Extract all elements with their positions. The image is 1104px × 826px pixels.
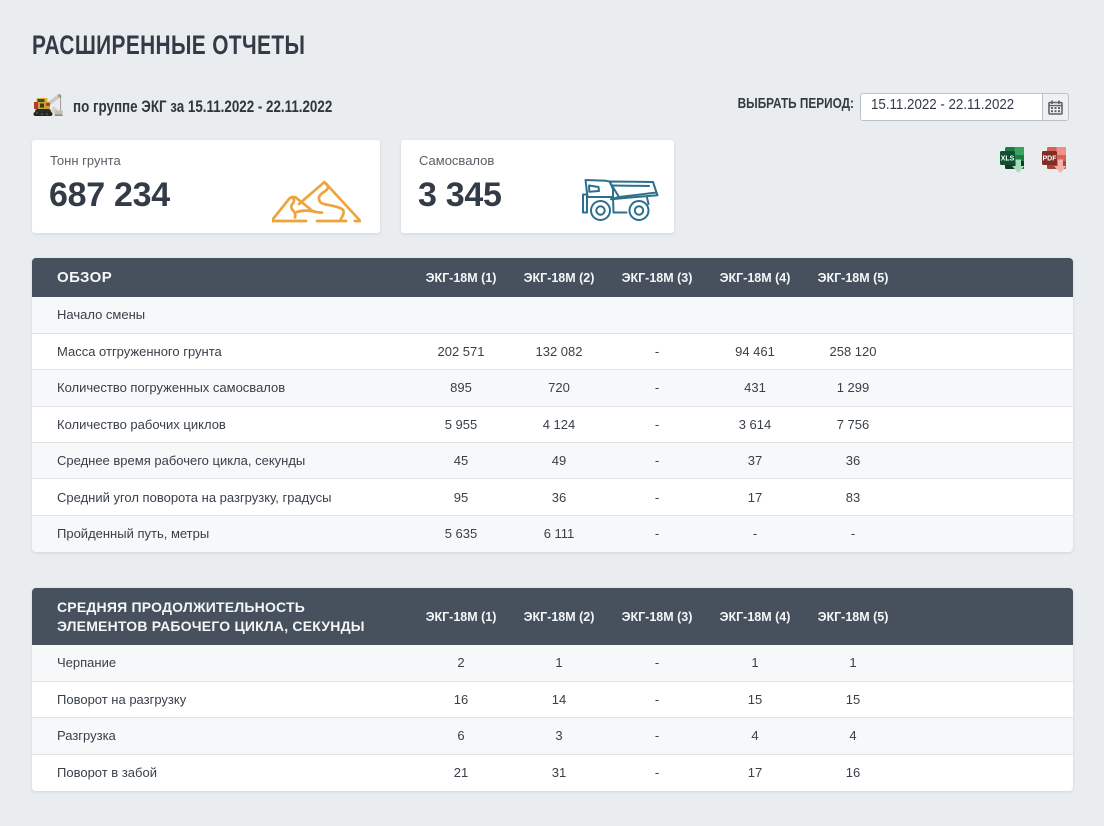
svg-text:PDF: PDF xyxy=(1043,156,1058,163)
svg-text:XLS: XLS xyxy=(1001,156,1015,163)
